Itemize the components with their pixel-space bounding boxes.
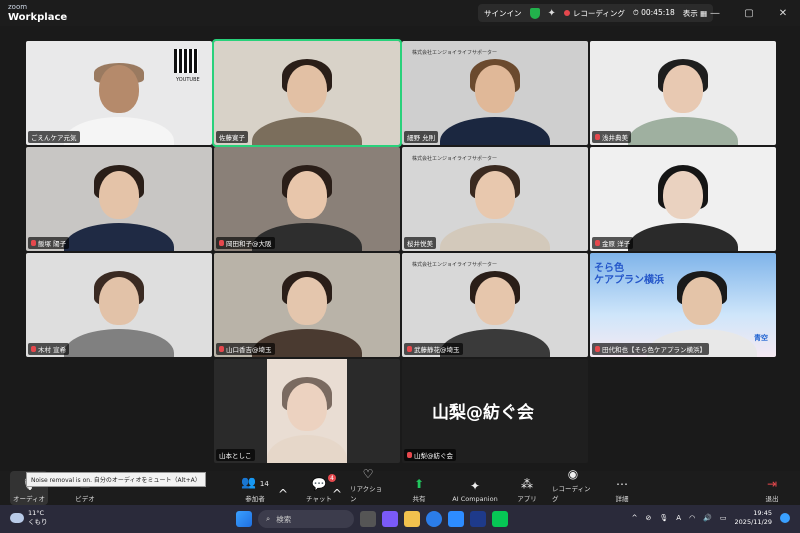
participant-name-label: 金原 洋子	[592, 237, 634, 249]
more-dots-icon: ⋯	[616, 477, 628, 491]
participant-name-label: 山梨@紡ぐ会	[404, 449, 456, 461]
windows-taskbar: 11°C くもり ⌕ 検索 ^ ⊘ 🎙 A ◠ 🔊 ▭ 19:45 2025/11/…	[0, 505, 800, 533]
meeting-status-bar: サインイン ✦ レコーディング ⏱ 00:45:18 表示 ▦	[478, 4, 714, 22]
file-explorer-icon[interactable]	[404, 511, 420, 527]
muted-mic-icon	[595, 346, 600, 352]
muted-mic-icon	[219, 346, 224, 352]
search-icon: ⌕	[266, 514, 271, 523]
video-tile[interactable]: 株式会社エンジョイライフサポーター 細野 允則	[402, 41, 588, 145]
video-tile[interactable]: YOUTUBE ごえんケア元気	[26, 41, 212, 145]
video-tile[interactable]: 山口香吉@埼玉	[214, 253, 400, 357]
record-button[interactable]: ◉ レコーディング	[552, 467, 594, 505]
people-icon: 👥 14	[241, 475, 269, 489]
zoom-app-icon[interactable]	[448, 511, 464, 527]
line-app-icon[interactable]	[492, 511, 508, 527]
camera-off-icon[interactable]: ⊘	[646, 514, 652, 522]
taskbar-search[interactable]: ⌕ 検索	[258, 510, 354, 528]
chevron-up-icon: ^	[277, 487, 289, 501]
audio-tooltip: Noise removal is on. 自分のオーディオをミュート（Alt+A…	[26, 472, 206, 487]
reactions-button[interactable]: ♡ リアクション	[350, 467, 386, 505]
chat-button[interactable]: 💬 4 チャット	[304, 471, 336, 505]
video-tile[interactable]: 株式会社エンジョイライフサポーター 桜井悦美	[402, 147, 588, 251]
cloud-icon	[10, 513, 24, 523]
app-icon[interactable]	[470, 511, 486, 527]
exit-icon: ⇥	[766, 477, 778, 491]
video-tile[interactable]: 株式会社エンジョイライフサポーター 武藤静花@埼玉	[402, 253, 588, 357]
video-tile[interactable]: 岡田和子@大阪	[214, 147, 400, 251]
participant-name-label: 飯塚 陽子	[28, 237, 70, 249]
wifi-icon[interactable]: ◠	[689, 514, 695, 522]
volume-icon[interactable]: 🔊	[703, 514, 712, 522]
windows-start-icon[interactable]	[236, 511, 252, 527]
record-icon: ◉	[567, 467, 579, 481]
muted-mic-icon	[407, 346, 412, 352]
video-tile[interactable]: 山本としこ	[214, 359, 400, 463]
share-button[interactable]: ⬆ 共有	[406, 471, 432, 505]
app-logo: zoom Workplace	[8, 3, 68, 23]
video-tile[interactable]: 金原 洋子	[590, 147, 776, 251]
muted-mic-icon	[31, 240, 36, 246]
signin-button[interactable]: サインイン	[484, 8, 522, 19]
video-tile[interactable]: 佐藤寛子	[212, 39, 402, 147]
security-shield-icon[interactable]	[529, 7, 540, 19]
participant-name-label: 武藤静花@埼玉	[404, 343, 463, 355]
apps-button[interactable]: ⁂ アプリ	[514, 471, 540, 505]
recording-indicator[interactable]: レコーディング	[563, 8, 625, 19]
clock[interactable]: 19:45 2025/11/29	[735, 509, 772, 527]
record-dot-icon	[563, 9, 570, 16]
participant-display-name: 山梨@紡ぐ会	[432, 403, 534, 423]
app-icon[interactable]	[382, 511, 398, 527]
heart-icon: ♡	[362, 467, 374, 481]
participant-name-label: 細野 允則	[404, 131, 439, 143]
participant-name-label: 岡田和子@大阪	[216, 237, 275, 249]
share-arrow-icon: ⬆	[413, 477, 425, 491]
participant-name-label: 浅井典美	[592, 131, 631, 143]
window-controls: — ▢ ✕	[698, 0, 800, 26]
apps-icon: ⁂	[521, 477, 533, 491]
participants-menu-chevron[interactable]: ^	[278, 471, 288, 505]
microphone-icon[interactable]: 🎙	[659, 514, 668, 522]
participant-name-label: 山本としこ	[216, 449, 255, 461]
participant-name-label: 田代和也【そら色ケアプラン横浜】	[592, 343, 709, 355]
participant-name-label: 桜井悦美	[404, 237, 436, 249]
muted-mic-icon	[407, 452, 412, 458]
maximize-icon[interactable]: ▢	[732, 0, 766, 26]
muted-mic-icon	[595, 240, 600, 246]
chevron-up-icon[interactable]: ^	[632, 514, 638, 522]
video-tile[interactable]: 飯塚 陽子	[26, 147, 212, 251]
participants-button[interactable]: 👥 14 参加者	[238, 471, 272, 505]
participant-name-label: 山口香吉@埼玉	[216, 343, 275, 355]
participant-name-label: 佐藤寛子	[216, 131, 248, 143]
muted-mic-icon	[219, 240, 224, 246]
ai-sparkle-icon: ✦	[469, 479, 481, 493]
chat-bubble-icon: 💬	[311, 477, 327, 491]
ai-companion-button[interactable]: ✦ AI Companion	[450, 471, 500, 505]
ai-sparkle-icon[interactable]: ✦	[548, 8, 556, 19]
minimize-icon[interactable]: —	[698, 0, 732, 26]
battery-icon[interactable]: ▭	[720, 514, 727, 522]
chevron-up-icon: ^	[331, 487, 343, 501]
leave-button[interactable]: ⇥ 退出	[758, 471, 786, 505]
qr-code-icon	[174, 49, 198, 73]
close-icon[interactable]: ✕	[766, 0, 800, 26]
meeting-timer: ⏱ 00:45:18	[632, 8, 675, 17]
system-tray: ^ ⊘ 🎙 A ◠ 🔊 ▭ 19:45 2025/11/29	[632, 509, 790, 527]
video-tile[interactable]: 浅井典美	[590, 41, 776, 145]
participant-name-label: 木村 宣希	[28, 343, 70, 355]
title-bar: zoom Workplace サインイン ✦ レコーディング ⏱ 00:45:1…	[0, 0, 800, 26]
edge-browser-icon[interactable]	[426, 511, 442, 527]
task-view-icon[interactable]	[360, 511, 376, 527]
more-button[interactable]: ⋯ 詳細	[610, 471, 634, 505]
taskbar-apps: ⌕ 検索	[236, 510, 508, 528]
video-tile[interactable]: そら色 ケアプラン横浜 青空 田代和也【そら色ケアプラン横浜】	[590, 253, 776, 357]
video-tile[interactable]: 木村 宣希	[26, 253, 212, 357]
input-method-icon[interactable]: A	[676, 514, 681, 522]
muted-mic-icon	[595, 134, 600, 140]
participant-name-label: ごえんケア元気	[28, 131, 80, 143]
muted-mic-icon	[31, 346, 36, 352]
chat-menu-chevron[interactable]: ^	[332, 471, 342, 505]
notification-icon[interactable]	[780, 513, 790, 523]
weather-widget[interactable]: 11°C くもり	[10, 509, 48, 527]
